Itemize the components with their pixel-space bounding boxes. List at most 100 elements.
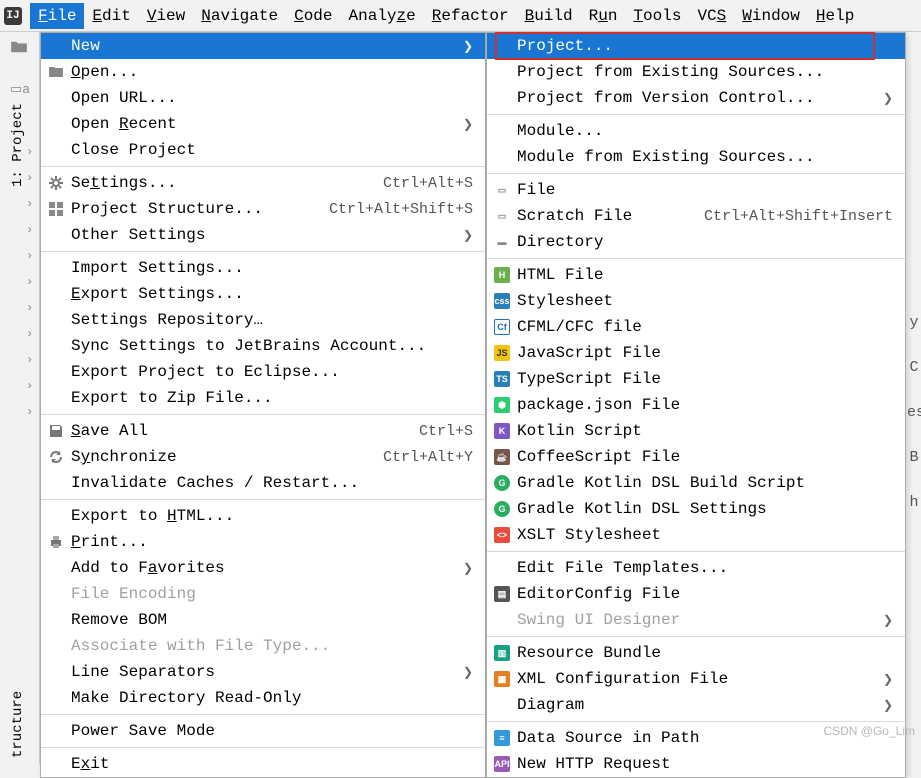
menubar-item-window[interactable]: Window — [734, 3, 808, 29]
file-menu-item-invalidate-caches-restart[interactable]: Invalidate Caches / Restart... — [41, 470, 485, 496]
file-menu-item-save-all[interactable]: Save AllCtrl+S — [41, 418, 485, 444]
blank-icon — [47, 141, 65, 159]
menu-item-label: Save All — [71, 422, 413, 440]
file-menu-item-synchronize[interactable]: SynchronizeCtrl+Alt+Y — [41, 444, 485, 470]
blank-icon — [47, 115, 65, 133]
folder-a-icon[interactable]: ▭a — [10, 82, 28, 96]
menu-item-label: EditorConfig File — [517, 585, 893, 603]
file-menu-item-new[interactable]: New❯ — [41, 33, 485, 59]
file-menu-item-open-url[interactable]: Open URL... — [41, 85, 485, 111]
menubar-item-file[interactable]: File — [30, 3, 84, 29]
file-menu-item-settings-repository[interactable]: Settings Repository… — [41, 307, 485, 333]
file-menu-item-other-settings[interactable]: Other Settings❯ — [41, 222, 485, 248]
file-menu-item-make-directory-read-only[interactable]: Make Directory Read-Only — [41, 685, 485, 711]
file-menu-item-power-save-mode[interactable]: Power Save Mode — [41, 718, 485, 744]
file-menu-item-export-settings[interactable]: Export Settings... — [41, 281, 485, 307]
menubar-item-analyze[interactable]: Analyze — [341, 3, 424, 29]
new-menu-item-gradle-kotlin-dsl-settings[interactable]: GGradle Kotlin DSL Settings — [487, 496, 905, 522]
blank-icon — [47, 611, 65, 629]
menu-item-label: Gradle Kotlin DSL Build Script — [517, 474, 893, 492]
menubar-item-build[interactable]: Build — [517, 3, 581, 29]
menubar-item-tools[interactable]: Tools — [625, 3, 689, 29]
new-menu-item-diagram[interactable]: Diagram❯ — [487, 692, 905, 718]
file-menu-item-add-to-favorites[interactable]: Add to Favorites❯ — [41, 555, 485, 581]
blank-icon — [47, 689, 65, 707]
file-menu: New❯Open...Open URL...Open Recent❯Close … — [40, 32, 486, 778]
menu-item-label: Gradle Kotlin DSL Settings — [517, 500, 893, 518]
menu-item-label: TypeScript File — [517, 370, 893, 388]
new-menu-item-package-json-file[interactable]: ⬢package.json File — [487, 392, 905, 418]
menubar-item-refactor[interactable]: Refactor — [424, 3, 517, 29]
menu-item-label: Scratch File — [517, 207, 698, 225]
new-menu-item-xml-configuration-file[interactable]: ▦XML Configuration File❯ — [487, 666, 905, 692]
file-menu-item-open-recent[interactable]: Open Recent❯ — [41, 111, 485, 137]
menubar-item-help[interactable]: Help — [808, 3, 862, 29]
file-menu-item-export-to-html[interactable]: Export to HTML... — [41, 503, 485, 529]
blank-icon — [47, 311, 65, 329]
save-icon — [47, 422, 65, 440]
menu-item-label: Add to Favorites — [71, 559, 457, 577]
file-menu-item-line-separators[interactable]: Line Separators❯ — [41, 659, 485, 685]
blank-icon — [47, 585, 65, 603]
file-menu-item-export-to-zip-file[interactable]: Export to Zip File... — [41, 385, 485, 411]
file-icon: ▭ — [493, 181, 511, 199]
file-menu-item-print[interactable]: Print... — [41, 529, 485, 555]
file-menu-separator — [41, 714, 485, 715]
menu-item-label: JavaScript File — [517, 344, 893, 362]
new-menu-item-directory[interactable]: ▬Directory — [487, 229, 905, 255]
new-menu-item-coffeescript-file[interactable]: ☕CoffeeScript File — [487, 444, 905, 470]
new-menu-item-project-from-version-control[interactable]: Project from Version Control...❯ — [487, 85, 905, 111]
new-menu-item-project-from-existing-sources[interactable]: Project from Existing Sources... — [487, 59, 905, 85]
menubar-item-view[interactable]: View — [139, 3, 193, 29]
new-menu-item-resource-bundle[interactable]: ▥Resource Bundle — [487, 640, 905, 666]
open-icon — [47, 63, 65, 81]
new-menu-item-scratch-file[interactable]: ▭Scratch FileCtrl+Alt+Shift+Insert — [487, 203, 905, 229]
file-menu-item-close-project[interactable]: Close Project — [41, 137, 485, 163]
file-menu-item-open[interactable]: Open... — [41, 59, 485, 85]
new-menu-item-cfml-cfc-file[interactable]: CfCFML/CFC file — [487, 314, 905, 340]
new-menu-item-html-file[interactable]: HHTML File — [487, 262, 905, 288]
menubar-item-run[interactable]: Run — [581, 3, 626, 29]
new-menu-item-editorconfig-file[interactable]: ▤EditorConfig File — [487, 581, 905, 607]
xslt-icon: <> — [493, 526, 511, 544]
project-tool-label[interactable]: 1: Project — [10, 103, 26, 187]
new-menu-item-new-http-request[interactable]: APINew HTTP Request — [487, 751, 905, 777]
file-menu-item-exit[interactable]: Exit — [41, 751, 485, 777]
new-menu-item-edit-file-templates[interactable]: Edit File Templates... — [487, 555, 905, 581]
js-icon: JS — [493, 344, 511, 362]
new-menu-item-project[interactable]: Project... — [487, 33, 905, 59]
new-menu-item-file[interactable]: ▭File — [487, 177, 905, 203]
new-menu-item-gradle-kotlin-dsl-build-script[interactable]: GGradle Kotlin DSL Build Script — [487, 470, 905, 496]
file-menu-item-project-structure[interactable]: Project Structure...Ctrl+Alt+Shift+S — [41, 196, 485, 222]
new-menu-item-module[interactable]: Module... — [487, 118, 905, 144]
new-menu-item-module-from-existing-sources[interactable]: Module from Existing Sources... — [487, 144, 905, 170]
new-menu-item-stylesheet[interactable]: cssStylesheet — [487, 288, 905, 314]
new-menu-item-xslt-stylesheet[interactable]: <> XSLT Stylesheet — [487, 522, 905, 548]
menu-item-label: Sync Settings to JetBrains Account... — [71, 337, 473, 355]
submenu-arrow-icon: ❯ — [883, 672, 893, 687]
new-menu-item-javascript-file[interactable]: JS JavaScript File — [487, 340, 905, 366]
menubar-item-navigate[interactable]: Navigate — [193, 3, 286, 29]
open-folder-icon[interactable] — [10, 40, 28, 54]
menu-item-label: XSLT Stylesheet — [517, 526, 893, 544]
file-menu-item-remove-bom[interactable]: Remove BOM — [41, 607, 485, 633]
menu-item-label: Export Settings... — [71, 285, 473, 303]
new-submenu: Project...Project from Existing Sources.… — [486, 32, 906, 778]
menu-item-label: File Encoding — [71, 585, 473, 603]
menubar-item-vcs[interactable]: VCS — [689, 3, 734, 29]
db-icon: ≡ — [493, 729, 511, 747]
res-icon: ▥ — [493, 644, 511, 662]
file-menu-item-settings[interactable]: Settings...Ctrl+Alt+S — [41, 170, 485, 196]
menu-item-shortcut: Ctrl+Alt+Shift+S — [329, 201, 473, 218]
file-menu-item-sync-settings-to-jetbrains-account[interactable]: Sync Settings to JetBrains Account... — [41, 333, 485, 359]
new-menu-item-typescript-file[interactable]: TSTypeScript File — [487, 366, 905, 392]
menu-item-label: Edit File Templates... — [517, 559, 893, 577]
menubar-item-edit[interactable]: Edit — [84, 3, 138, 29]
new-menu-item-kotlin-script[interactable]: KKotlin Script — [487, 418, 905, 444]
structure-tool-label[interactable]: tructure — [10, 691, 26, 758]
menubar: IJ FileEditViewNavigateCodeAnalyzeRefact… — [0, 0, 921, 32]
file-menu-item-import-settings[interactable]: Import Settings... — [41, 255, 485, 281]
menubar-item-code[interactable]: Code — [286, 3, 340, 29]
file-menu-item-export-project-to-eclipse[interactable]: Export Project to Eclipse... — [41, 359, 485, 385]
blank-icon — [493, 63, 511, 81]
